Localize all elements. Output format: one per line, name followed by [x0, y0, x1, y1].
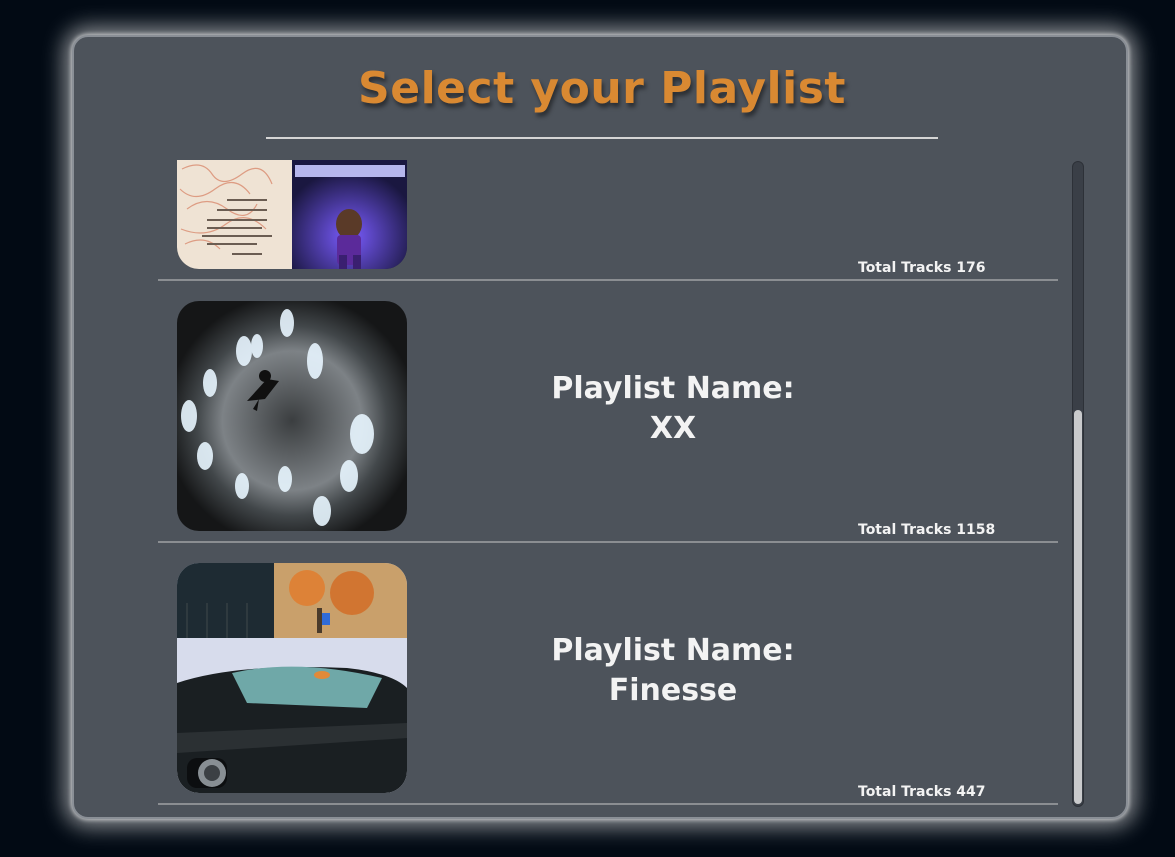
- title-divider: [266, 137, 938, 139]
- playlist-name-label: Playlist Name:: [551, 371, 795, 406]
- total-tracks-label: Total Tracks 176: [858, 260, 986, 276]
- playlist-name[interactable]: Playlist Name: Finesse: [453, 631, 893, 711]
- scrollbar-thumb[interactable]: [1074, 410, 1082, 804]
- playlist-row[interactable]: Playlist Name: XX Total Tracks 1158: [158, 281, 1058, 543]
- playlist-name[interactable]: Playlist Name: XX: [453, 369, 893, 449]
- scrollbar[interactable]: [1072, 161, 1084, 807]
- figures-circle-cover-icon[interactable]: [177, 301, 407, 531]
- playlist-name-value: XX: [649, 411, 697, 446]
- sports-car-image: [177, 563, 407, 793]
- playlist-panel: Select your Playlist Total Tracks 176 Pl…: [72, 35, 1128, 819]
- page-title: Select your Playlist: [358, 63, 846, 114]
- total-tracks-label: Total Tracks 1158: [858, 522, 996, 538]
- figures-circle-image: [177, 301, 407, 531]
- sports-car-cover-icon[interactable]: [177, 563, 407, 793]
- playlist-list[interactable]: Total Tracks 176 Playlist Name: XX Total…: [74, 160, 1126, 817]
- playlist-row[interactable]: Total Tracks 176: [158, 160, 1058, 281]
- playlist-row[interactable]: Playlist Name: Finesse Total Tracks 447: [158, 543, 1058, 805]
- total-tracks-label: Total Tracks 447: [858, 784, 986, 800]
- album-collage-cover-icon[interactable]: [177, 160, 407, 269]
- album-collage-image: [177, 160, 407, 269]
- playlist-name-label: Playlist Name:: [551, 633, 795, 668]
- playlist-name-value: Finesse: [608, 673, 738, 708]
